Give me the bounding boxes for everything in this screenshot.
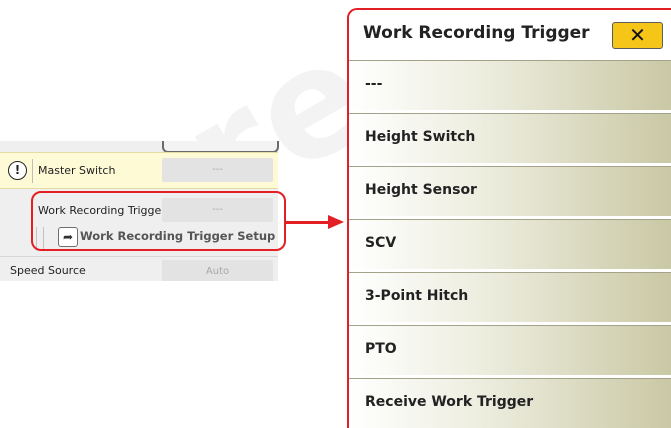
option-receive-work-trigger[interactable]: Receive Work Trigger — [349, 378, 671, 428]
option-label: Height Switch — [365, 129, 476, 145]
divider — [32, 159, 33, 183]
dialog-header: Work Recording Trigger ✕ — [349, 10, 671, 60]
master-switch-row: ! Master Switch --- — [0, 152, 278, 189]
option-label: SCV — [365, 235, 397, 251]
option-pto[interactable]: PTO — [349, 325, 671, 375]
option-height-sensor[interactable]: Height Sensor — [349, 166, 671, 216]
highlight-box — [31, 191, 286, 251]
arrow-line — [286, 221, 330, 224]
master-switch-field[interactable]: --- — [162, 158, 273, 182]
option-height-switch[interactable]: Height Switch — [349, 113, 671, 163]
option-scv[interactable]: SCV — [349, 219, 671, 269]
option-label: 3-Point Hitch — [365, 288, 469, 304]
dialog-title: Work Recording Trigger — [363, 23, 590, 43]
option-label: PTO — [365, 341, 397, 357]
arrow-head-icon — [328, 215, 344, 229]
option-label: Receive Work Trigger — [365, 394, 534, 410]
close-icon: ✕ — [629, 23, 646, 47]
option-label: Height Sensor — [365, 182, 477, 198]
option-3-point-hitch[interactable]: 3-Point Hitch — [349, 272, 671, 322]
work-recording-trigger-dialog: Work Recording Trigger ✕ --- Height Swit… — [347, 8, 671, 428]
warning-icon: ! — [8, 161, 27, 180]
speed-source-label: Speed Source — [10, 264, 86, 277]
speed-source-field[interactable]: Auto — [162, 260, 273, 281]
option-label: --- — [365, 76, 383, 92]
row-divider — [0, 256, 278, 257]
option-none[interactable]: --- — [349, 60, 671, 110]
close-button[interactable]: ✕ — [612, 22, 663, 49]
master-switch-label: Master Switch — [38, 164, 116, 177]
